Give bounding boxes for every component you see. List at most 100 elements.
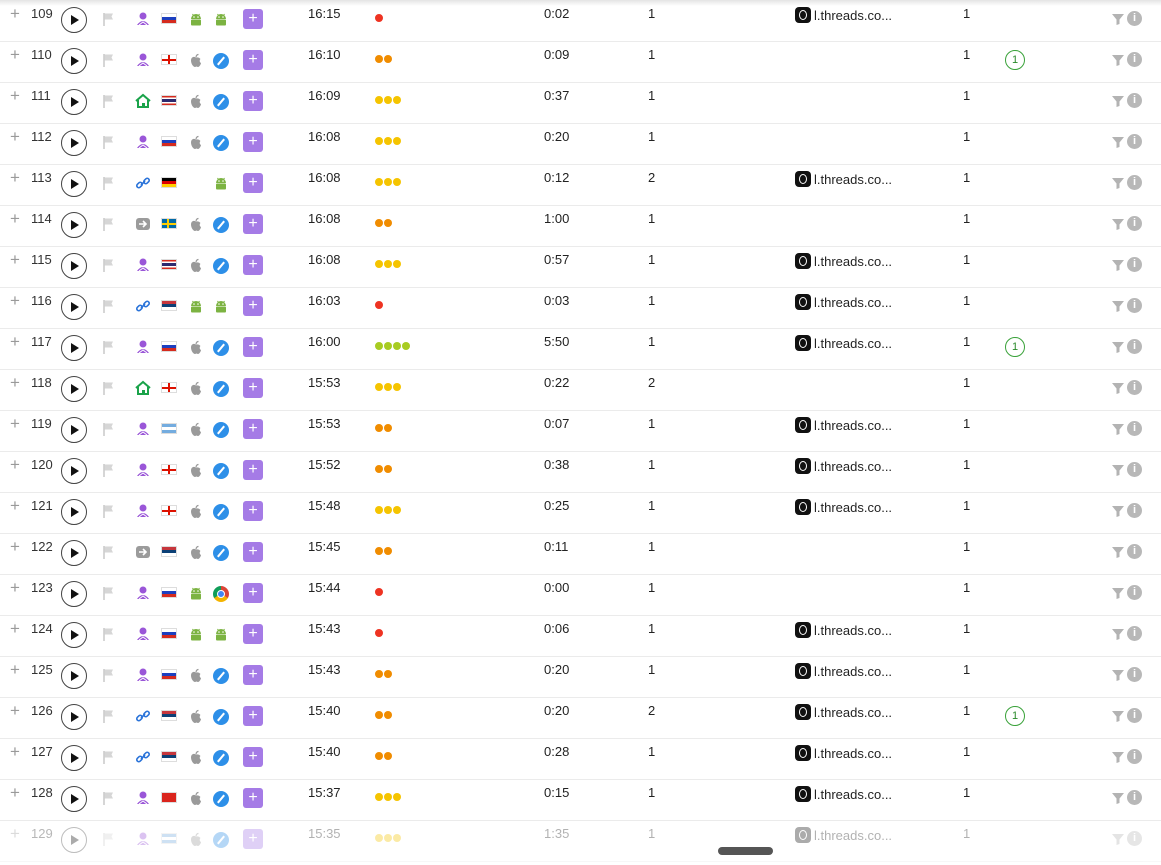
info-icon[interactable]: i	[1127, 708, 1142, 723]
flag-icon[interactable]	[101, 463, 115, 481]
referrer[interactable]: l.threads.co...	[795, 663, 892, 679]
info-icon[interactable]: i	[1127, 93, 1142, 108]
play-recording-button[interactable]	[61, 581, 87, 607]
filter-icon[interactable]	[1111, 832, 1125, 849]
expand-button[interactable]: +	[10, 169, 20, 186]
event-badge[interactable]: 1	[1005, 337, 1025, 357]
play-recording-button[interactable]	[61, 171, 87, 197]
flag-icon[interactable]	[101, 586, 115, 604]
expand-button[interactable]: +	[10, 128, 20, 145]
filter-icon[interactable]	[1111, 217, 1125, 234]
referrer[interactable]: l.threads.co...	[795, 499, 892, 515]
referrer[interactable]: l.threads.co...	[795, 335, 892, 351]
flag-icon[interactable]	[101, 135, 115, 153]
expand-button[interactable]: +	[10, 784, 20, 801]
play-recording-button[interactable]	[61, 786, 87, 812]
play-recording-button[interactable]	[61, 622, 87, 648]
flag-icon[interactable]	[101, 258, 115, 276]
info-icon[interactable]: i	[1127, 380, 1142, 395]
flag-icon[interactable]	[101, 217, 115, 235]
referrer[interactable]: l.threads.co...	[795, 786, 892, 802]
play-recording-button[interactable]	[61, 704, 87, 730]
flag-icon[interactable]	[101, 176, 115, 194]
play-recording-button[interactable]	[61, 335, 87, 361]
expand-button[interactable]: +	[10, 415, 20, 432]
filter-icon[interactable]	[1111, 381, 1125, 398]
add-segment-button[interactable]: +	[243, 173, 263, 193]
expand-button[interactable]: +	[10, 661, 20, 678]
play-recording-button[interactable]	[61, 745, 87, 771]
expand-button[interactable]: +	[10, 743, 20, 760]
expand-button[interactable]: +	[10, 702, 20, 719]
play-recording-button[interactable]	[61, 89, 87, 115]
info-icon[interactable]: i	[1127, 339, 1142, 354]
expand-button[interactable]: +	[10, 374, 20, 391]
referrer[interactable]: l.threads.co...	[795, 745, 892, 761]
add-segment-button[interactable]: +	[243, 706, 263, 726]
add-segment-button[interactable]: +	[243, 542, 263, 562]
referrer[interactable]: l.threads.co...	[795, 294, 892, 310]
add-segment-button[interactable]: +	[243, 296, 263, 316]
info-icon[interactable]: i	[1127, 626, 1142, 641]
flag-icon[interactable]	[101, 832, 115, 850]
referrer[interactable]: l.threads.co...	[795, 171, 892, 187]
flag-icon[interactable]	[101, 627, 115, 645]
expand-button[interactable]: +	[10, 333, 20, 350]
filter-icon[interactable]	[1111, 545, 1125, 562]
info-icon[interactable]: i	[1127, 503, 1142, 518]
referrer[interactable]: l.threads.co...	[795, 827, 892, 843]
filter-icon[interactable]	[1111, 340, 1125, 357]
expand-button[interactable]: +	[10, 497, 20, 514]
add-segment-button[interactable]: +	[243, 747, 263, 767]
filter-icon[interactable]	[1111, 258, 1125, 275]
flag-icon[interactable]	[101, 545, 115, 563]
expand-button[interactable]: +	[10, 87, 20, 104]
referrer[interactable]: l.threads.co...	[795, 622, 892, 638]
flag-icon[interactable]	[101, 422, 115, 440]
filter-icon[interactable]	[1111, 176, 1125, 193]
info-icon[interactable]: i	[1127, 749, 1142, 764]
filter-icon[interactable]	[1111, 463, 1125, 480]
referrer[interactable]: l.threads.co...	[795, 417, 892, 433]
info-icon[interactable]: i	[1127, 462, 1142, 477]
event-badge[interactable]: 1	[1005, 706, 1025, 726]
play-recording-button[interactable]	[61, 294, 87, 320]
info-icon[interactable]: i	[1127, 831, 1142, 846]
info-icon[interactable]: i	[1127, 257, 1142, 272]
expand-button[interactable]: +	[10, 620, 20, 637]
info-icon[interactable]: i	[1127, 585, 1142, 600]
info-icon[interactable]: i	[1127, 175, 1142, 190]
filter-icon[interactable]	[1111, 422, 1125, 439]
event-badge[interactable]: 1	[1005, 50, 1025, 70]
expand-button[interactable]: +	[10, 251, 20, 268]
scrollbar-handle[interactable]	[718, 847, 773, 855]
expand-button[interactable]: +	[10, 825, 20, 842]
play-recording-button[interactable]	[61, 253, 87, 279]
add-segment-button[interactable]: +	[243, 337, 263, 357]
add-segment-button[interactable]: +	[243, 460, 263, 480]
info-icon[interactable]: i	[1127, 134, 1142, 149]
info-icon[interactable]: i	[1127, 790, 1142, 805]
flag-icon[interactable]	[101, 53, 115, 71]
filter-icon[interactable]	[1111, 791, 1125, 808]
play-recording-button[interactable]	[61, 499, 87, 525]
flag-icon[interactable]	[101, 709, 115, 727]
expand-button[interactable]: +	[10, 210, 20, 227]
expand-button[interactable]: +	[10, 456, 20, 473]
expand-button[interactable]: +	[10, 5, 20, 22]
add-segment-button[interactable]: +	[243, 624, 263, 644]
add-segment-button[interactable]: +	[243, 9, 263, 29]
filter-icon[interactable]	[1111, 750, 1125, 767]
filter-icon[interactable]	[1111, 504, 1125, 521]
filter-icon[interactable]	[1111, 709, 1125, 726]
flag-icon[interactable]	[101, 750, 115, 768]
add-segment-button[interactable]: +	[243, 214, 263, 234]
expand-button[interactable]: +	[10, 292, 20, 309]
play-recording-button[interactable]	[61, 376, 87, 402]
info-icon[interactable]: i	[1127, 52, 1142, 67]
add-segment-button[interactable]: +	[243, 665, 263, 685]
add-segment-button[interactable]: +	[243, 255, 263, 275]
info-icon[interactable]: i	[1127, 298, 1142, 313]
info-icon[interactable]: i	[1127, 667, 1142, 682]
expand-button[interactable]: +	[10, 538, 20, 555]
